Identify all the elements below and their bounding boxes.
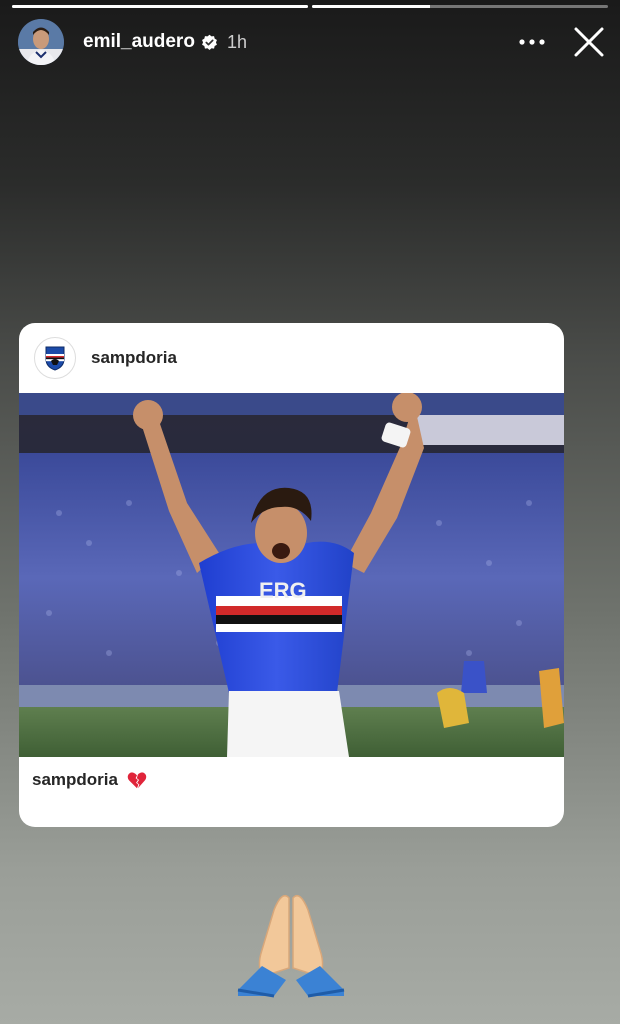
svg-text:ERG: ERG [259, 578, 307, 603]
story-timestamp: 1h [226, 31, 247, 52]
shared-post-caption: sampdoria [32, 769, 148, 791]
story-progress-bar [12, 5, 608, 8]
user-avatar[interactable] [18, 19, 64, 65]
shared-post-card[interactable]: sampdoria ERG sampdoria [19, 323, 564, 827]
progress-fill [312, 5, 431, 8]
shared-post-username[interactable]: sampdoria [91, 348, 177, 368]
more-horizontal-icon [519, 39, 545, 45]
story-header: emil_audero 1h [18, 18, 606, 66]
progress-fill [12, 5, 308, 8]
folded-hands-icon[interactable] [234, 888, 348, 1000]
close-icon [574, 27, 604, 57]
sampdoria-crest-icon [45, 346, 65, 371]
story-progress-segment [12, 5, 308, 8]
shared-post-photo[interactable]: ERG [19, 392, 564, 757]
story-username[interactable]: emil_audero [83, 31, 195, 53]
sampdoria-avatar[interactable] [34, 337, 76, 379]
story-progress-segment [312, 5, 608, 8]
more-options-button[interactable] [518, 27, 546, 57]
close-button[interactable] [572, 25, 606, 59]
caption-username[interactable]: sampdoria [32, 770, 118, 790]
shared-post-header: sampdoria [19, 323, 564, 393]
broken-heart-icon [127, 772, 147, 789]
verified-badge-icon [202, 34, 217, 50]
